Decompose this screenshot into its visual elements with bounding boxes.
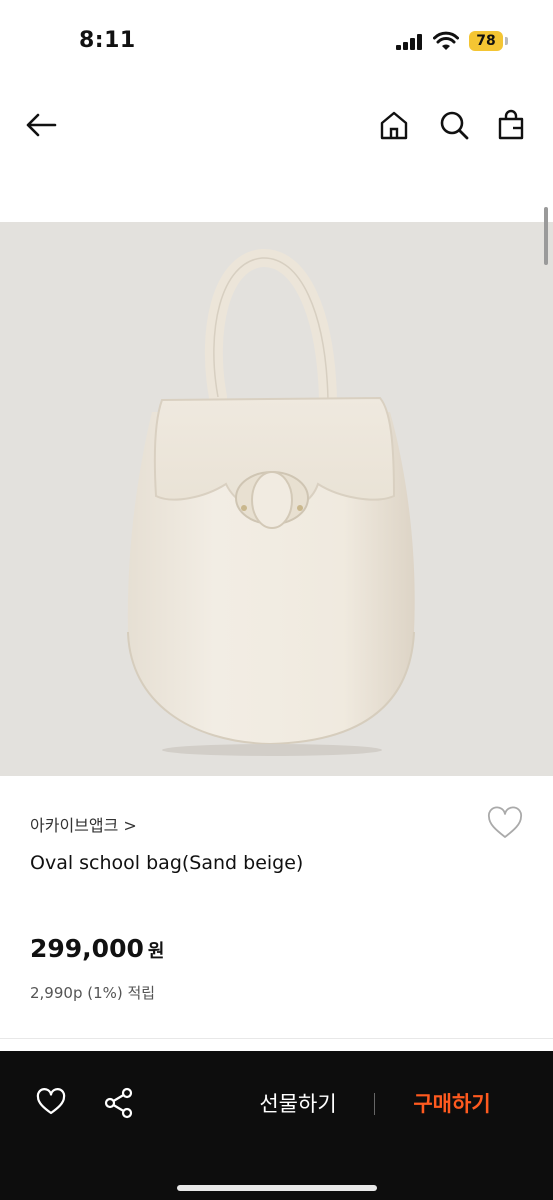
buy-button[interactable]: 구매하기 <box>392 1087 512 1121</box>
bottom-action-bar: 선물하기 구매하기 <box>0 1051 553 1200</box>
button-divider <box>374 1093 375 1115</box>
price-value: 299,000 <box>30 934 144 963</box>
share-icon[interactable] <box>104 1087 134 1119</box>
status-time: 8:11 <box>79 28 136 53</box>
battery-indicator: 78 <box>469 31 503 51</box>
scroll-indicator[interactable] <box>544 207 548 265</box>
product-image[interactable] <box>0 222 553 776</box>
gift-button[interactable]: 선물하기 <box>240 1087 356 1121</box>
home-icon[interactable] <box>377 108 411 142</box>
product-name: Oval school bag(Sand beige) <box>30 852 304 874</box>
top-navigation <box>0 90 553 160</box>
search-icon[interactable] <box>437 108 471 142</box>
reward-points: 2,990p (1%) 적립 <box>30 984 156 1002</box>
shopping-bag-icon[interactable] <box>494 108 528 142</box>
status-bar: 8:11 78 <box>0 0 553 80</box>
bag-illustration <box>127 249 415 756</box>
price-currency: 원 <box>147 941 165 962</box>
battery-cap <box>505 37 508 45</box>
product-price: 299,000 원 <box>30 934 164 963</box>
home-indicator <box>177 1185 377 1191</box>
like-heart-icon[interactable] <box>36 1088 66 1116</box>
brand-link[interactable]: 아카이브앱크 > <box>30 812 137 836</box>
cellular-signal-icon <box>396 34 424 50</box>
divider <box>0 1038 553 1039</box>
wifi-icon <box>433 31 459 50</box>
back-arrow-icon[interactable] <box>24 108 58 142</box>
wishlist-heart-icon[interactable] <box>486 806 524 840</box>
